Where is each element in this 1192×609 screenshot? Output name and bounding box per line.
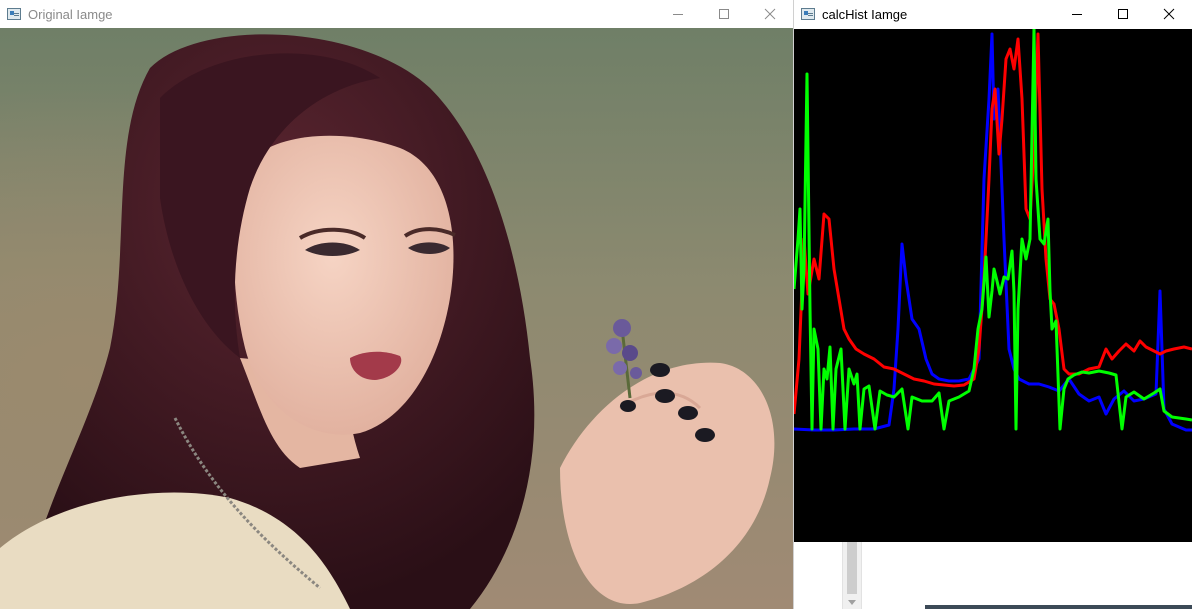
scrollbar-thumb[interactable] — [847, 542, 857, 594]
minimize-button[interactable] — [655, 0, 701, 28]
maximize-icon — [719, 9, 729, 19]
opencv-window-icon — [7, 8, 21, 20]
title-bar[interactable]: calcHist Iamge — [794, 0, 1192, 28]
histogram-plot — [794, 29, 1192, 432]
window-title: calcHist Iamge — [822, 6, 908, 22]
window-title: Original Iamge — [28, 6, 113, 22]
scroll-down-arrow-icon[interactable] — [848, 600, 856, 605]
close-button[interactable] — [747, 0, 793, 28]
maximize-icon — [1118, 9, 1128, 19]
window-controls — [655, 0, 793, 28]
window-controls — [1054, 0, 1192, 28]
close-icon — [764, 8, 776, 20]
minimize-icon — [1072, 14, 1082, 15]
original-image — [0, 28, 793, 609]
close-icon — [1163, 8, 1175, 20]
minimize-button[interactable] — [1054, 0, 1100, 28]
histogram-canvas — [794, 29, 1192, 542]
maximize-button[interactable] — [1100, 0, 1146, 28]
calchist-image-window: calcHist Iamge — [793, 0, 1192, 609]
original-image-window: Original Iamge — [0, 0, 793, 609]
window-background-area — [794, 542, 1192, 609]
title-bar[interactable]: Original Iamge — [0, 0, 793, 28]
opencv-window-icon — [801, 8, 815, 20]
underlying-window-strip — [925, 605, 1192, 609]
minimize-icon — [673, 14, 683, 15]
maximize-button[interactable] — [701, 0, 747, 28]
vertical-scrollbar[interactable] — [842, 542, 862, 609]
close-button[interactable] — [1146, 0, 1192, 28]
portrait-photo — [0, 28, 793, 609]
